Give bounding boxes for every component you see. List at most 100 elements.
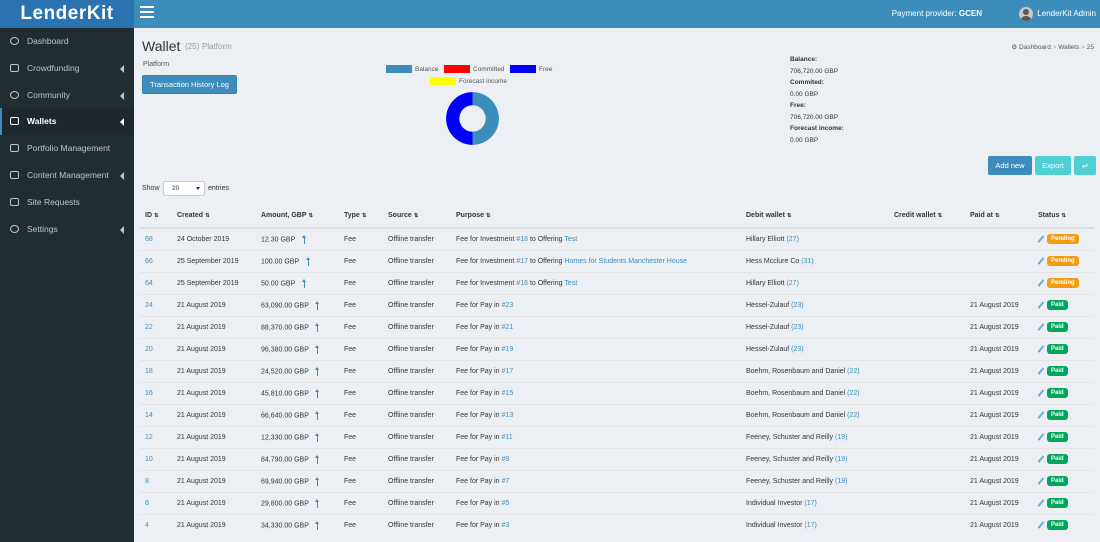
row-id-link[interactable]: 10 bbox=[145, 456, 153, 463]
legend-balance[interactable]: Balance bbox=[386, 65, 439, 74]
column-header[interactable]: Amount, GBP ⇅ bbox=[256, 204, 339, 229]
column-header[interactable]: Debit wallet ⇅ bbox=[741, 204, 889, 229]
purpose-link[interactable]: #23 bbox=[502, 302, 514, 309]
pencil-icon[interactable] bbox=[1038, 367, 1044, 375]
export-button[interactable]: Export bbox=[1035, 156, 1071, 175]
sidebar-item-crowdfunding[interactable]: Crowdfunding bbox=[0, 55, 134, 82]
sidebar-item-wallets[interactable]: Wallets bbox=[0, 108, 134, 136]
debit-wallet-link[interactable]: (17) bbox=[804, 522, 816, 529]
purpose-link[interactable]: #7 bbox=[502, 478, 510, 485]
row-id-link[interactable]: 16 bbox=[145, 390, 153, 397]
avatar[interactable] bbox=[1019, 7, 1033, 21]
sidebar-item-community[interactable]: Community bbox=[0, 82, 134, 109]
debit-wallet-link[interactable]: (19) bbox=[835, 478, 847, 485]
debit-wallet-link[interactable]: (23) bbox=[791, 302, 803, 309]
column-header[interactable]: Source ⇅ bbox=[383, 204, 451, 229]
pencil-icon[interactable] bbox=[1038, 301, 1044, 309]
pencil-icon[interactable] bbox=[1038, 235, 1044, 243]
app-logo[interactable]: LenderKit bbox=[0, 0, 134, 28]
purpose-link[interactable]: #11 bbox=[502, 434, 513, 441]
offering-link[interactable]: Homes for Students Manchester House bbox=[564, 258, 687, 265]
debit-wallet-link[interactable]: (22) bbox=[847, 412, 859, 419]
pencil-icon[interactable] bbox=[1038, 477, 1044, 485]
sidebar-item-portfolio-management[interactable]: Portfolio Management bbox=[0, 135, 134, 162]
pencil-icon[interactable] bbox=[1038, 389, 1044, 397]
debit-wallet-link[interactable]: (19) bbox=[835, 456, 847, 463]
debit-wallet-link[interactable]: (31) bbox=[801, 258, 813, 265]
purpose-link[interactable]: #9 bbox=[502, 456, 510, 463]
row-id-link[interactable]: 12 bbox=[145, 434, 153, 441]
row-id-link[interactable]: 4 bbox=[145, 522, 149, 529]
transaction-history-button[interactable]: Transaction History Log bbox=[142, 75, 237, 94]
cell-credit-wallet bbox=[889, 337, 965, 360]
pencil-icon[interactable] bbox=[1038, 257, 1044, 265]
purpose-link[interactable]: #17 bbox=[516, 258, 528, 265]
pencil-icon[interactable] bbox=[1038, 323, 1044, 331]
sidebar-item-dashboard[interactable]: Dashboard bbox=[0, 28, 134, 55]
debit-wallet-link[interactable]: (22) bbox=[847, 368, 859, 375]
cell-created: 24 October 2019 bbox=[172, 227, 256, 250]
debit-wallet-link[interactable]: (23) bbox=[791, 346, 803, 353]
debit-wallet-link[interactable]: (23) bbox=[791, 324, 803, 331]
column-header[interactable]: ID ⇅ bbox=[140, 204, 172, 229]
row-id-link[interactable]: 24 bbox=[145, 302, 153, 309]
content-icon bbox=[10, 170, 19, 179]
pencil-icon[interactable] bbox=[1038, 521, 1044, 529]
purpose-link[interactable]: #16 bbox=[516, 280, 528, 287]
column-header[interactable]: Created ⇅ bbox=[172, 204, 256, 229]
sidebar-item-content-management[interactable]: Content Management bbox=[0, 162, 134, 189]
breadcrumb-home[interactable]: ⚙ Dashboard bbox=[1011, 44, 1050, 51]
donut-slice-balance[interactable] bbox=[472, 92, 499, 145]
offering-link[interactable]: Test bbox=[564, 236, 577, 243]
purpose-link[interactable]: #17 bbox=[502, 368, 514, 375]
row-id-link[interactable]: 68 bbox=[145, 236, 153, 243]
purpose-link[interactable]: #19 bbox=[502, 346, 514, 353]
cell-id: 64 bbox=[140, 271, 172, 294]
pencil-icon[interactable] bbox=[1038, 411, 1044, 419]
purpose-link[interactable]: #15 bbox=[502, 390, 514, 397]
row-id-link[interactable]: 22 bbox=[145, 324, 153, 331]
menu-toggle-icon[interactable] bbox=[140, 6, 154, 20]
pencil-icon[interactable] bbox=[1038, 433, 1044, 441]
column-header[interactable]: Credit wallet ⇅ bbox=[889, 204, 965, 229]
purpose-link[interactable]: #3 bbox=[502, 522, 510, 529]
row-id-link[interactable]: 20 bbox=[145, 346, 153, 353]
column-header[interactable]: Status ⇅ bbox=[1033, 204, 1094, 229]
legend-committed[interactable]: Committed bbox=[444, 65, 504, 74]
purpose-link[interactable]: #18 bbox=[516, 236, 528, 243]
sidebar-item-settings[interactable]: Settings bbox=[0, 216, 134, 243]
row-id-link[interactable]: 6 bbox=[145, 500, 149, 507]
debit-wallet-link[interactable]: (17) bbox=[804, 500, 816, 507]
add-new-button[interactable]: Add new bbox=[988, 156, 1032, 175]
row-id-link[interactable]: 66 bbox=[145, 258, 153, 265]
row-id-link[interactable]: 18 bbox=[145, 368, 153, 375]
debit-wallet-link[interactable]: (19) bbox=[835, 434, 847, 441]
pencil-icon[interactable] bbox=[1038, 499, 1044, 507]
cell-debit-wallet: Feeney, Schuster and Reilly (19) bbox=[741, 447, 889, 470]
column-header[interactable]: Purpose ⇅ bbox=[451, 204, 741, 229]
debit-wallet-link[interactable]: (27) bbox=[786, 236, 798, 243]
purpose-link[interactable]: #21 bbox=[502, 324, 514, 331]
offering-link[interactable]: Test bbox=[564, 280, 577, 287]
purpose-link[interactable]: #5 bbox=[502, 500, 510, 507]
envelope-icon bbox=[10, 197, 19, 206]
column-header[interactable]: Type ⇅ bbox=[339, 204, 383, 229]
pencil-icon[interactable] bbox=[1038, 455, 1044, 463]
debit-wallet-link[interactable]: (22) bbox=[847, 390, 859, 397]
pencil-icon[interactable] bbox=[1038, 345, 1044, 353]
debit-wallet-link[interactable]: (27) bbox=[786, 280, 798, 287]
row-id-link[interactable]: 64 bbox=[145, 280, 153, 287]
sidebar-item-site-requests[interactable]: Site Requests bbox=[0, 189, 134, 216]
pencil-icon[interactable] bbox=[1038, 279, 1044, 287]
donut-slice-free[interactable] bbox=[446, 92, 473, 145]
row-id-link[interactable]: 14 bbox=[145, 412, 153, 419]
legend-forecast-income[interactable]: Forecast income bbox=[430, 77, 507, 86]
column-settings-button[interactable]: ⇌ bbox=[1074, 156, 1096, 175]
row-id-link[interactable]: 8 bbox=[145, 478, 149, 485]
page-size-select[interactable]: 20 bbox=[163, 181, 205, 196]
user-menu[interactable]: LenderKit Admin bbox=[1037, 9, 1096, 18]
column-header[interactable]: Paid at ⇅ bbox=[965, 204, 1033, 229]
breadcrumb-wallets[interactable]: Wallets bbox=[1058, 44, 1079, 51]
legend-free[interactable]: Free bbox=[510, 65, 552, 74]
purpose-link[interactable]: #13 bbox=[502, 412, 514, 419]
